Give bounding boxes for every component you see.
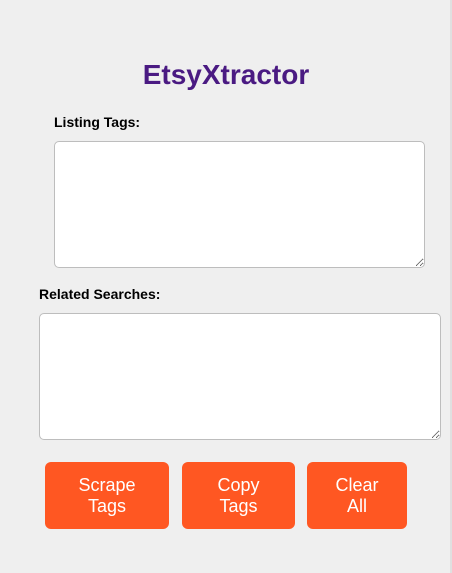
app-title: EtsyXtractor — [142, 59, 310, 90]
scrape-tags-label: Scrape Tags — [78, 474, 136, 516]
related-searches-textarea[interactable] — [39, 313, 441, 440]
listing-tags-label: Listing Tags: — [54, 114, 141, 130]
copy-tags-button[interactable]: Copy Tags — [182, 462, 295, 529]
clear-all-button[interactable]: Clear All — [307, 462, 407, 529]
related-searches-label: Related Searches: — [39, 286, 161, 302]
listing-tags-textarea[interactable] — [54, 141, 425, 268]
clear-all-label: Clear All — [335, 474, 379, 516]
scrape-tags-button[interactable]: Scrape Tags — [45, 462, 169, 529]
copy-tags-label: Copy Tags — [217, 474, 260, 516]
